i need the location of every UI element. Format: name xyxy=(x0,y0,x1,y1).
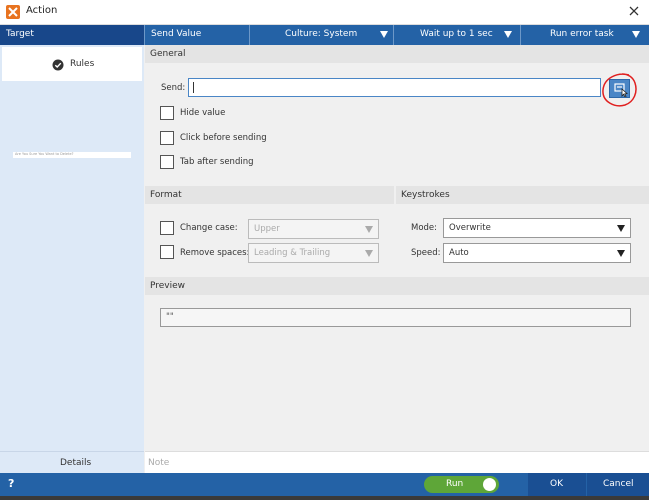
chevron-down-icon xyxy=(617,250,625,257)
error-dropdown[interactable]: Run error task xyxy=(520,25,649,45)
hide-value-checkbox[interactable] xyxy=(160,106,174,120)
preview-field: "" xyxy=(160,308,631,327)
remove-spaces-checkbox[interactable] xyxy=(160,245,174,259)
help-icon[interactable]: ? xyxy=(8,477,14,490)
chevron-down-icon xyxy=(380,31,388,38)
section-preview: Preview xyxy=(145,277,649,295)
remove-spaces-select[interactable]: Leading & Trailing xyxy=(248,243,379,263)
chevron-down-icon xyxy=(365,226,373,233)
mode-label: Mode: xyxy=(411,223,438,233)
tab-send-value[interactable]: Send Value xyxy=(144,25,250,45)
click-before-sending-label: Click before sending xyxy=(180,133,267,143)
speed-select[interactable]: Auto xyxy=(443,243,631,263)
cancel-button[interactable]: Cancel xyxy=(587,473,649,496)
tab-after-sending-label: Tab after sending xyxy=(180,157,254,167)
mode-select[interactable]: Overwrite xyxy=(443,218,631,238)
wait-dropdown[interactable]: Wait up to 1 sec xyxy=(393,25,521,45)
chevron-down-icon xyxy=(617,225,625,232)
tab-target[interactable]: Target xyxy=(0,25,144,45)
bottom-bar: ? Run OK Cancel xyxy=(0,473,649,496)
tab-after-sending-checkbox[interactable] xyxy=(160,155,174,169)
send-label: Send: xyxy=(161,83,186,93)
window-title: Action xyxy=(26,5,58,16)
close-icon[interactable] xyxy=(627,4,641,18)
main-content: General Send: Hide value Click before se… xyxy=(145,45,649,473)
change-case-checkbox[interactable] xyxy=(160,221,174,235)
change-case-label: Change case: xyxy=(180,223,238,233)
background-window-strip xyxy=(0,496,649,500)
sidebar-item-rules[interactable]: Rules xyxy=(2,47,142,81)
run-toggle[interactable]: Run xyxy=(424,476,499,493)
title-bar: Action xyxy=(0,0,649,25)
target-thumbnail: Are You Sure You Want to Delete? xyxy=(13,152,131,158)
speed-label: Speed: xyxy=(411,248,441,258)
culture-dropdown[interactable]: Culture: System xyxy=(249,25,394,45)
action-dialog: Action Target Send Value Culture: System… xyxy=(0,0,649,496)
note-input[interactable]: Note xyxy=(145,451,649,474)
sidebar-item-label: Rules xyxy=(70,59,95,69)
ok-button[interactable]: OK xyxy=(528,473,586,496)
chevron-down-icon xyxy=(365,250,373,257)
section-format: Format xyxy=(145,186,394,204)
sidebar-item-details[interactable]: Details xyxy=(0,451,144,474)
red-circle-annotation xyxy=(602,73,637,107)
section-keystrokes: Keystrokes xyxy=(396,186,649,204)
section-general: General xyxy=(145,45,649,63)
toggle-knob xyxy=(483,478,496,491)
action-toolbar: Target Send Value Culture: System Wait u… xyxy=(0,25,649,45)
check-circle-icon xyxy=(52,59,64,71)
change-case-select[interactable]: Upper xyxy=(248,219,379,239)
chevron-down-icon xyxy=(504,31,512,38)
send-input[interactable] xyxy=(188,78,601,97)
chevron-down-icon xyxy=(632,31,640,38)
hide-value-label: Hide value xyxy=(180,108,226,118)
sidebar: Rules Are You Sure You Want to Delete? xyxy=(0,45,144,473)
text-caret xyxy=(193,82,194,93)
click-before-sending-checkbox[interactable] xyxy=(160,131,174,145)
app-logo-icon xyxy=(6,5,20,19)
remove-spaces-label: Remove spaces: xyxy=(180,248,250,258)
